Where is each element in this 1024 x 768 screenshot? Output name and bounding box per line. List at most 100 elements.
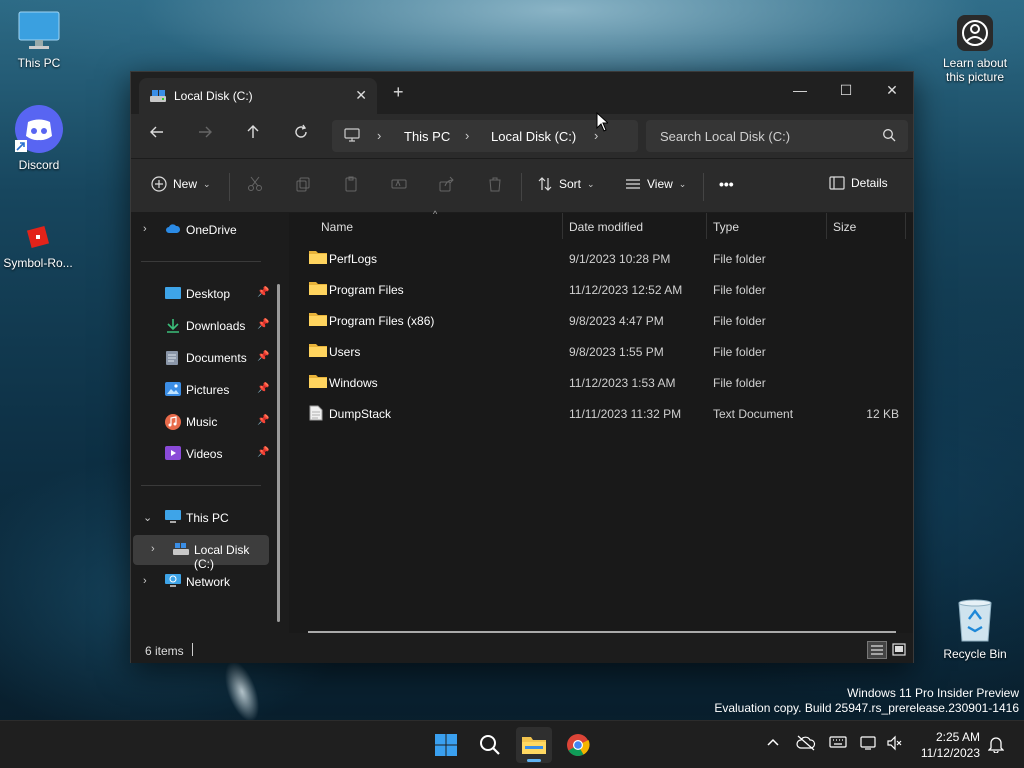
sidebar-item-music[interactable]: Music 📌 [133,407,269,437]
sidebar-item-network[interactable]: › Network [133,567,269,597]
sidebar-item-label: Documents [186,351,247,365]
up-button[interactable] [239,124,267,148]
videos-icon [165,446,181,463]
sidebar-item-documents[interactable]: Documents 📌 [133,343,269,373]
chevron-right-icon[interactable]: › [465,128,469,143]
details-view-button[interactable] [867,641,887,659]
address-bar[interactable]: › This PC › Local Disk (C:) › [332,120,638,152]
sidebar-item-pictures[interactable]: Pictures 📌 [133,375,269,405]
onedrive-offline-icon[interactable] [796,735,816,754]
sidebar-item-videos[interactable]: Videos 📌 [133,439,269,469]
column-divider[interactable] [562,213,563,239]
file-type: File folder [713,345,766,359]
new-button[interactable]: New ⌄ [151,176,211,192]
paste-button[interactable] [343,176,359,192]
tab-close-icon[interactable]: ✕ [355,87,367,104]
refresh-button[interactable] [287,124,315,148]
column-divider[interactable] [905,213,906,239]
volume-muted-icon[interactable] [886,735,902,754]
breadcrumb-this-pc[interactable]: This PC [404,129,450,144]
chrome-taskbar-button[interactable] [560,727,596,763]
close-button[interactable]: ✕ [869,76,915,106]
pin-icon[interactable]: 📌 [257,351,269,362]
pin-icon[interactable]: 📌 [257,319,269,330]
show-hidden-icons-chevron-up-icon[interactable] [766,735,780,752]
chevron-right-icon[interactable]: › [143,223,147,235]
delete-button[interactable] [487,176,503,192]
maximize-button[interactable]: ☐ [823,76,869,106]
pin-icon[interactable]: 📌 [257,447,269,458]
chevron-right-icon[interactable]: › [143,575,147,587]
desktop-icon-discord[interactable]: Discord [1,104,77,172]
file-row[interactable]: Program Files 11/12/2023 12:52 AM File fol… [299,274,903,304]
file-row[interactable]: DumpStack 11/11/2023 11:32 PM Text Documen… [299,398,903,428]
file-row[interactable]: Windows 11/12/2023 1:53 AM File folder [299,367,903,397]
file-row[interactable]: Users 9/8/2023 1:55 PM File folder [299,336,903,366]
pin-icon[interactable]: 📌 [257,287,269,298]
status-bar: 6 items [131,637,913,663]
sort-button[interactable]: Sort ⌄ [537,176,595,192]
pin-icon[interactable]: 📌 [257,383,269,394]
sidebar-item-desktop[interactable]: Desktop 📌 [133,279,269,309]
share-button[interactable] [439,176,455,192]
toolbar-divider [521,173,522,201]
desktop-icon [165,286,181,303]
back-button[interactable] [143,124,171,148]
column-divider[interactable] [706,213,707,239]
column-header-size[interactable]: Size [833,220,856,234]
column-header-date[interactable]: Date modified [569,220,643,234]
column-header-name[interactable]: Name [321,220,353,234]
monitor-icon [165,510,181,527]
clock-date: 11/12/2023 [920,746,980,760]
file-type: File folder [713,252,766,266]
sidebar-item-downloads[interactable]: Downloads 📌 [133,311,269,341]
start-button[interactable] [428,727,464,763]
notification-bell-icon[interactable] [987,735,1005,756]
minimize-button[interactable]: — [777,76,823,106]
details-button[interactable]: Details [829,176,888,190]
back-arrow-icon [150,126,163,138]
taskbar: 2:25 AM 11/12/2023 [0,720,1024,768]
chevron-right-icon[interactable]: › [377,128,381,143]
search-icon [480,735,500,755]
copy-button[interactable] [295,176,311,192]
cut-button[interactable] [247,176,263,192]
file-explorer-window: Local Disk (C:) ✕ + — ☐ ✕ › This PC › Lo… [130,71,914,663]
pin-icon[interactable]: 📌 [257,415,269,426]
file-explorer-taskbar-button[interactable] [516,727,552,763]
rename-button[interactable] [391,176,407,192]
display-network-icon[interactable] [860,735,878,754]
chrome-icon [567,734,590,756]
file-name: Program Files (x86) [329,314,435,328]
system-clock[interactable]: 2:25 AM 11/12/2023 [921,729,980,761]
search-box[interactable]: Search Local Disk (C:) [646,120,908,152]
column-divider[interactable] [826,213,827,239]
learn-about-picture[interactable]: Learn about this picture [935,14,1015,84]
file-name: Users [329,345,361,359]
new-tab-button[interactable]: + [393,82,404,103]
toolbar-divider [703,173,704,201]
sidebar-item-this-pc[interactable]: ⌄ This PC [133,503,269,533]
breadcrumb-local-disk[interactable]: Local Disk (C:) [491,129,576,144]
more-options-button[interactable]: ••• [719,176,734,192]
desktop-icon-symbol-ro[interactable]: Symbol-Ro... [0,222,76,270]
chevron-right-icon[interactable]: › [151,543,155,555]
horizontal-scrollbar[interactable] [308,631,896,633]
desktop-icon-recycle-bin[interactable]: Recycle Bin [937,597,1013,661]
tiles-view-button[interactable] [889,641,909,659]
mouse-cursor-icon [596,111,610,135]
view-button[interactable]: View ⌄ [625,176,686,192]
file-size: 12 KB [866,407,899,421]
sidebar-item-onedrive[interactable]: › OneDrive [133,215,269,245]
tab-local-disk[interactable]: Local Disk (C:) ✕ [139,78,377,114]
sidebar-scrollbar[interactable] [277,284,280,622]
search-taskbar-button[interactable] [472,727,508,763]
desktop-icon-this-pc[interactable]: This PC [1,10,77,70]
forward-button[interactable] [191,124,219,148]
file-row[interactable]: PerfLogs 9/1/2023 10:28 PM File folder [299,243,903,273]
chevron-down-icon[interactable]: ⌄ [143,511,152,524]
sidebar-item-local-disk[interactable]: › Local Disk (C:) [133,535,269,571]
file-row[interactable]: Program Files (x86) 9/8/2023 4:47 PM File … [299,305,903,335]
keyboard-icon[interactable] [829,735,847,752]
column-header-type[interactable]: Type [713,220,739,234]
